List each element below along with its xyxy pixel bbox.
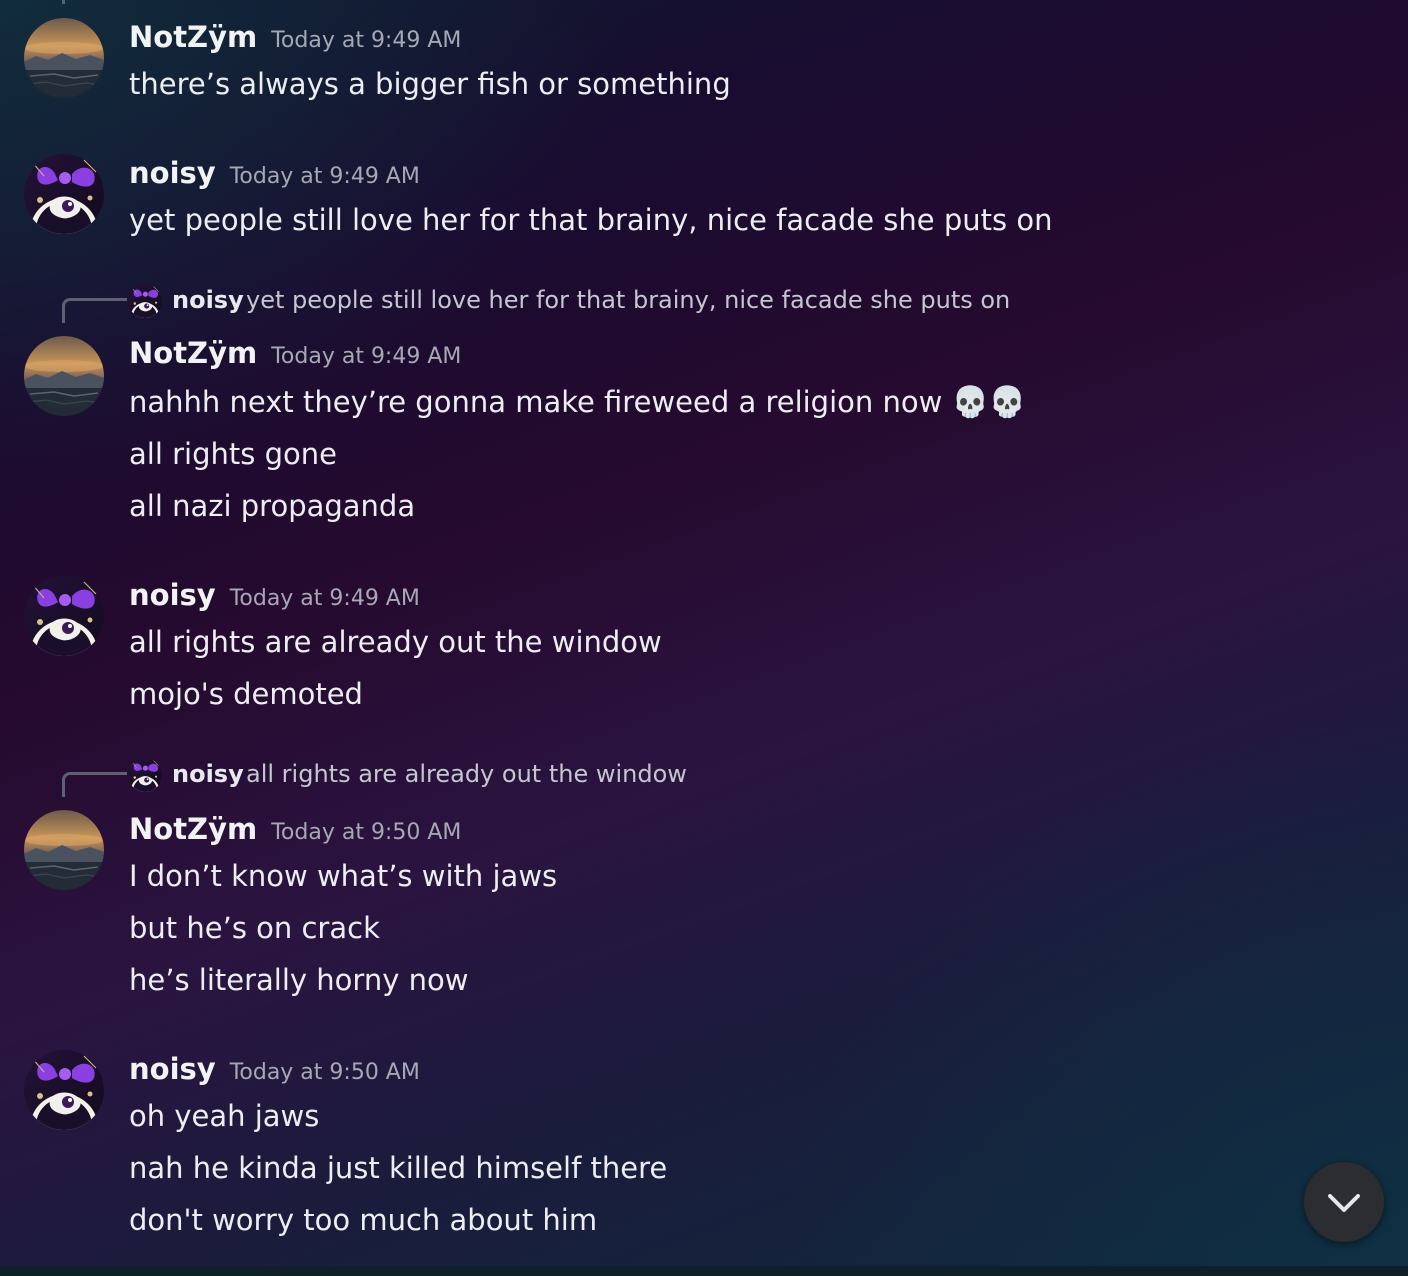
composer-edge (0, 1266, 1408, 1276)
bow-character-avatar-icon (128, 758, 162, 792)
username[interactable]: noisy (129, 578, 216, 612)
message-header: noisy Today at 9:49 AM (129, 578, 420, 618)
message-text: nahhh next they’re gonna make fireweed a… (129, 385, 943, 419)
reply-author[interactable]: noisy (172, 286, 244, 314)
bow-character-avatar-icon[interactable] (24, 576, 104, 656)
reply-preview[interactable]: noisy all rights are already out the win… (0, 756, 1408, 797)
bow-character-avatar-icon (128, 284, 162, 318)
username[interactable]: NotZÿm (129, 812, 257, 846)
jump-to-present-button[interactable] (1304, 1162, 1384, 1242)
landscape-avatar-icon[interactable] (24, 336, 104, 416)
message-list[interactable]: NotZÿm Today at 9:49 AM there’s always a … (0, 0, 1408, 1266)
message-text: nah he kinda just killed himself there (129, 1151, 668, 1185)
reply-spine (62, 298, 127, 323)
timestamp[interactable]: Today at 9:49 AM (271, 28, 461, 53)
message-header: NotZÿm Today at 9:50 AM (129, 812, 461, 852)
message-header: NotZÿm Today at 9:49 AM (129, 336, 461, 376)
reply-preview[interactable]: noisy yet people still love her for that… (0, 282, 1408, 323)
message-text: there’s always a bigger fish or somethin… (129, 67, 731, 101)
message-text: oh yeah jaws (129, 1099, 320, 1133)
timestamp[interactable]: Today at 9:50 AM (230, 1060, 420, 1085)
landscape-avatar-icon[interactable] (24, 18, 104, 98)
username[interactable]: NotZÿm (129, 336, 257, 370)
reply-spine-fragment (62, 0, 65, 4)
username[interactable]: noisy (129, 156, 216, 190)
reply-author[interactable]: noisy (172, 760, 244, 788)
message-text: he’s literally horny now (129, 963, 469, 997)
username[interactable]: noisy (129, 1052, 216, 1086)
timestamp[interactable]: Today at 9:49 AM (230, 164, 420, 189)
timestamp[interactable]: Today at 9:50 AM (271, 820, 461, 845)
skull-emoji[interactable]: 💀💀 (952, 385, 1027, 420)
message-text: don't worry too much about him (129, 1203, 598, 1237)
message-header: noisy Today at 9:50 AM (129, 1052, 420, 1092)
message-text: but he’s on crack (129, 911, 380, 945)
reply-excerpt[interactable]: yet people still love her for that brain… (246, 286, 1010, 314)
message-text: all nazi propaganda (129, 489, 416, 523)
username[interactable]: NotZÿm (129, 20, 257, 54)
landscape-avatar-icon[interactable] (24, 810, 104, 890)
message-line: nahhh next they’re gonna make fireweed a… (129, 382, 1026, 423)
reply-excerpt[interactable]: all rights are already out the window (246, 760, 687, 788)
message-header: NotZÿm Today at 9:49 AM (129, 20, 461, 60)
message-text: yet people still love her for that brain… (129, 203, 1053, 237)
chevron-down-icon (1328, 1194, 1360, 1212)
message-text: all rights are already out the window (129, 625, 662, 659)
message-text: all rights gone (129, 437, 337, 471)
bow-character-avatar-icon[interactable] (24, 154, 104, 234)
message-text: I don’t know what’s with jaws (129, 859, 558, 893)
message-text: mojo's demoted (129, 677, 363, 711)
timestamp[interactable]: Today at 9:49 AM (271, 344, 461, 369)
bow-character-avatar-icon[interactable] (24, 1050, 104, 1130)
message-header: noisy Today at 9:49 AM (129, 156, 420, 196)
timestamp[interactable]: Today at 9:49 AM (230, 586, 420, 611)
reply-spine (62, 772, 127, 797)
